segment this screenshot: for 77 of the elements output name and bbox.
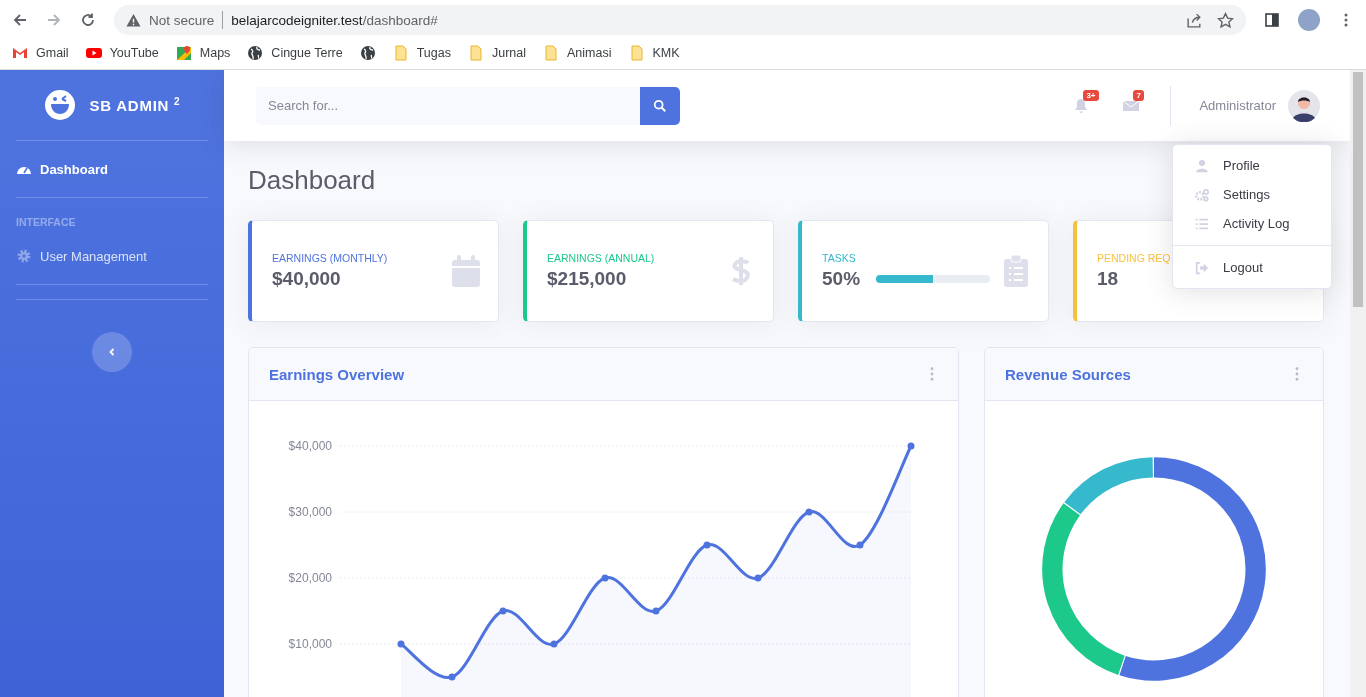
- star-icon[interactable]: [1217, 11, 1234, 29]
- stat-value: $40,000: [272, 268, 341, 290]
- bookmark-link[interactable]: KMK: [652, 46, 680, 60]
- data-point: [652, 607, 660, 615]
- gear-icon: [16, 248, 32, 264]
- sidebar-item[interactable]: User Management: [16, 228, 208, 284]
- url-text: belajarcodeigniter.test/dashboard#: [231, 12, 438, 28]
- brand-name[interactable]: SB ADMIN $^{2}$: [89, 96, 181, 114]
- user-name[interactable]: Administrator: [1199, 98, 1276, 113]
- play-icon[interactable]: [85, 45, 102, 61]
- bookmark-link[interactable]: Gmail: [36, 46, 69, 60]
- chart-title: Earnings Overview: [269, 365, 405, 383]
- envelope-icon[interactable]: [12, 45, 28, 61]
- globe-icon[interactable]: [359, 45, 376, 61]
- laughing-face-icon: [43, 89, 76, 121]
- forward-icon[interactable]: [46, 12, 62, 28]
- sidebar-heading: INTERFACE: [16, 215, 77, 228]
- bookmark-link[interactable]: Animasi: [567, 46, 612, 60]
- calendar-icon: [452, 255, 480, 287]
- profile-avatar[interactable]: [1298, 9, 1320, 31]
- stat-label: EARNINGS (MONTHLY): [272, 252, 389, 264]
- address-bar[interactable]: Not secure belajarcodeigniter.test/dashboard#: [114, 5, 1246, 35]
- scrollbar[interactable]: [1350, 70, 1366, 697]
- menu-item[interactable]: Profile: [1173, 151, 1331, 180]
- axis-label: $20,000: [288, 571, 332, 585]
- bookmark-link[interactable]: Maps: [199, 46, 231, 60]
- chart-title: Revenue Sources: [1005, 365, 1131, 383]
- data-point: [499, 607, 507, 615]
- axis-label: $40,000: [288, 439, 332, 453]
- data-point: [448, 673, 456, 681]
- data-point: [550, 640, 558, 648]
- clipboard-icon: [1002, 255, 1030, 287]
- data-point: [907, 442, 915, 450]
- list-icon: [1195, 216, 1209, 231]
- search-icon: [653, 98, 667, 113]
- security-label: Not secure: [149, 12, 215, 28]
- data-point: [397, 640, 405, 648]
- bell-icon[interactable]: [1073, 97, 1090, 114]
- search-button[interactable]: [640, 86, 680, 125]
- data-point: [601, 574, 609, 582]
- sidebar-toggle-button[interactable]: [92, 332, 132, 372]
- axis-label: $30,000: [288, 505, 332, 519]
- side-panel-icon[interactable]: [1264, 12, 1280, 28]
- bookmark-link[interactable]: Cingue Terre: [271, 46, 343, 60]
- menu-item[interactable]: Logout: [1173, 253, 1331, 282]
- stat-value: 50%: [822, 268, 861, 290]
- avatar-silhouette[interactable]: [1288, 89, 1320, 122]
- user-icon: [1195, 158, 1209, 173]
- share-icon[interactable]: [1186, 11, 1203, 29]
- chevron-left-icon: [107, 347, 117, 357]
- gears-icon: [1195, 187, 1209, 202]
- sidebar-item[interactable]: Dashboard: [16, 141, 208, 197]
- stat-label: EARNINGS (ANNUAL): [547, 252, 656, 264]
- back-icon[interactable]: [12, 12, 28, 28]
- data-point: [856, 541, 864, 549]
- data-point: [703, 541, 711, 549]
- globe-icon[interactable]: [247, 45, 264, 61]
- sign-out-icon: [1195, 260, 1209, 275]
- bookmark-link[interactable]: Jurnal: [492, 46, 527, 60]
- data-point: [805, 508, 813, 516]
- stat-label: TASKS: [822, 252, 857, 264]
- stat-label: PENDING REQ: [1097, 252, 1172, 264]
- menu-item[interactable]: Settings: [1173, 180, 1331, 209]
- page-title: Dashboard: [248, 165, 376, 196]
- stat-value: $215,000: [547, 268, 627, 290]
- warning-icon: [126, 12, 141, 28]
- search-field[interactable]: Search for...: [256, 86, 640, 125]
- stat-value: 18: [1097, 268, 1119, 290]
- messages-count: 7: [1133, 89, 1144, 101]
- axis-label: $10,000: [288, 637, 332, 651]
- alerts-count: 3+: [1083, 89, 1099, 101]
- map-icon[interactable]: [175, 45, 192, 61]
- data-point: [754, 574, 762, 582]
- bookmark-link[interactable]: Tugas: [416, 46, 451, 60]
- bookmark-link[interactable]: YouTube: [109, 46, 159, 60]
- reload-icon[interactable]: [80, 12, 96, 28]
- menu-item[interactable]: Activity Log: [1173, 209, 1331, 238]
